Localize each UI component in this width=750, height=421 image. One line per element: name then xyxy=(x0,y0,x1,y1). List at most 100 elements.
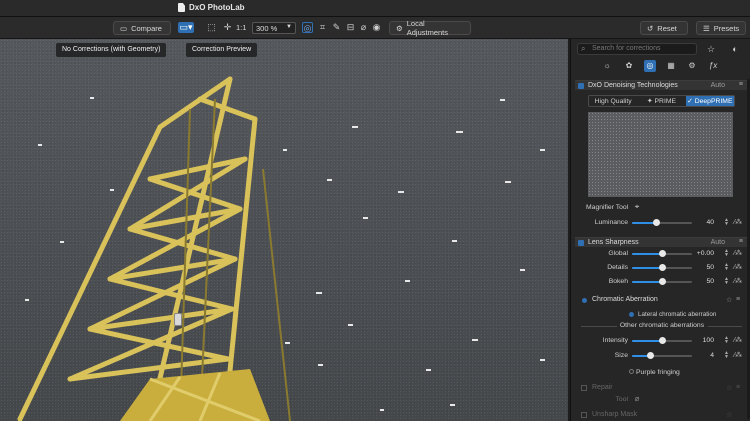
details-wand-icon[interactable]: ⁄⁂ xyxy=(734,263,742,271)
global-stepper-icon[interactable]: ▲ ▼ xyxy=(724,249,729,258)
luminance-wand-icon[interactable]: ⁄⁂ xyxy=(734,218,742,226)
intensity-stepper-icon[interactable]: ▲ ▼ xyxy=(724,336,729,345)
crane-frame xyxy=(17,76,258,421)
details-value[interactable]: 50 xyxy=(684,264,714,271)
fit-screen-icon[interactable]: ⬚ xyxy=(206,22,217,33)
magnifier-label: Magnifier Tool xyxy=(586,204,629,211)
chromatic-header[interactable]: Chromatic Aberration xyxy=(575,294,747,305)
lens-sharpness-header[interactable]: Lens Sharpness Auto ≡ xyxy=(575,237,747,247)
global-knob[interactable] xyxy=(659,250,666,257)
image-viewport[interactable]: No Corrections (with Geometry) Correctio… xyxy=(0,39,568,421)
denoising-checkbox[interactable] xyxy=(578,83,584,89)
light-tab-icon[interactable]: ☼ xyxy=(601,60,613,72)
main-toolbar: ▭ Compare ▭▾ ⬚ ✛ 1:1 300 % ▼ ◎ ⌗ ✎ ⊟ ⌀ ◉… xyxy=(0,17,750,39)
purple-fringing-label[interactable]: Purple fringing xyxy=(629,369,680,376)
bokeh-stepper-icon[interactable]: ▲ ▼ xyxy=(724,277,729,286)
mode-high-quality[interactable]: High Quality xyxy=(589,96,637,106)
unsharp-checkbox[interactable] xyxy=(581,412,587,418)
lens-sharpness-controls-icon[interactable]: ≡ xyxy=(739,238,743,245)
local-tab-icon[interactable]: ⚙ xyxy=(686,60,698,72)
repair-menu-icon[interactable]: ≡ xyxy=(736,384,740,391)
mode-prime[interactable]: ✦ PRIME xyxy=(637,96,685,106)
white-balance-icon[interactable]: ◎ xyxy=(302,22,313,33)
preview-view-tag: Correction Preview xyxy=(186,43,258,57)
luminance-knob[interactable] xyxy=(653,219,660,226)
intensity-value[interactable]: 100 xyxy=(684,337,714,344)
effects-tab-icon[interactable]: ƒx xyxy=(707,60,719,72)
lens-sharpness-checkbox[interactable] xyxy=(578,240,584,246)
luminance-stepper-icon[interactable]: ▲ ▼ xyxy=(724,218,729,227)
size-wand-icon[interactable]: ⁄⁂ xyxy=(734,351,742,359)
local-adjustments-button[interactable]: ⚙ Local Adjustments xyxy=(389,19,471,37)
unsharp-header[interactable]: Unsharp Mask xyxy=(575,409,747,420)
bandage-icon[interactable]: ⌀ xyxy=(632,394,642,404)
mode-deepprime-label: DeepPRIME xyxy=(694,98,733,105)
unsharp-star-icon[interactable]: ☆ xyxy=(726,411,732,419)
lens-sharpness-title: Lens Sharpness xyxy=(588,239,639,246)
repair-header[interactable]: Repair xyxy=(575,382,747,393)
presets-button[interactable]: ☰ Presets xyxy=(696,21,746,35)
global-wand-icon[interactable]: ⁄⁂ xyxy=(734,249,742,257)
separator-right xyxy=(708,326,742,327)
compare-icon: ▭ xyxy=(120,23,128,33)
global-value[interactable]: +0.00 xyxy=(684,250,714,257)
details-knob[interactable] xyxy=(659,264,666,271)
corrections-panel: ⌕ Search for corrections ☆ ◐ ☼ ✿ ◎ ▦ ⚙ ƒ… xyxy=(570,39,750,421)
search-input[interactable]: ⌕ Search for corrections xyxy=(577,43,697,55)
compare-button[interactable]: ▭ Compare xyxy=(113,21,171,35)
other-aberrations-label: Other chromatic aberrations xyxy=(619,322,705,329)
split-handle[interactable] xyxy=(174,313,182,326)
reset-button[interactable]: ↺ Reset xyxy=(640,21,688,35)
detail-tab-icon[interactable]: ◎ xyxy=(644,60,656,72)
geometry-tab-icon[interactable]: ▦ xyxy=(665,60,677,72)
crop-icon[interactable]: ⌗ xyxy=(317,22,328,33)
chevron-down-icon: ▼ xyxy=(286,24,292,30)
denoising-header[interactable]: DxO Denoising Technologies Auto ≡ xyxy=(575,80,747,90)
zoom-one-to-one[interactable]: 1:1 xyxy=(236,23,246,32)
purple-fringing-text: Purple fringing xyxy=(636,369,680,376)
global-label: Global xyxy=(608,250,628,257)
details-stepper-icon[interactable]: ▲ ▼ xyxy=(724,263,729,272)
repair-star-icon[interactable]: ☆ xyxy=(726,384,732,392)
bokeh-knob[interactable] xyxy=(659,278,666,285)
size-stepper-icon[interactable]: ▲ ▼ xyxy=(724,351,729,360)
global-slider[interactable] xyxy=(632,250,692,257)
horizon-icon[interactable]: ⊟ xyxy=(345,22,356,33)
luminance-slider[interactable] xyxy=(632,219,692,226)
denoising-controls-icon[interactable]: ≡ xyxy=(739,81,743,88)
details-slider[interactable] xyxy=(632,264,692,271)
chromatic-star-icon[interactable]: ☆ xyxy=(726,296,732,304)
toggle-icon[interactable]: ◐ xyxy=(729,44,741,54)
bokeh-value[interactable]: 50 xyxy=(684,278,714,285)
lateral-checkbox[interactable] xyxy=(629,312,634,317)
color-tab-icon[interactable]: ✿ xyxy=(623,60,635,72)
luminance-value[interactable]: 40 xyxy=(684,219,714,226)
search-placeholder: Search for corrections xyxy=(592,45,661,52)
size-slider[interactable] xyxy=(632,352,692,359)
intensity-wand-icon[interactable]: ⁄⁂ xyxy=(734,336,742,344)
intensity-fill xyxy=(632,340,662,342)
repair-icon[interactable]: ⌀ xyxy=(358,22,369,33)
global-fill xyxy=(632,253,662,255)
single-view-icon[interactable]: ▭▾ xyxy=(178,22,194,33)
chromatic-status-dot[interactable] xyxy=(582,298,587,303)
intensity-knob[interactable] xyxy=(659,337,666,344)
chromatic-menu-icon[interactable]: ≡ xyxy=(736,296,740,303)
move-icon[interactable]: ✛ xyxy=(222,22,233,33)
size-knob[interactable] xyxy=(647,352,654,359)
search-icon: ⌕ xyxy=(581,44,586,53)
title-bar: DxO PhotoLab xyxy=(0,0,750,17)
intensity-slider[interactable] xyxy=(632,337,692,344)
denoising-auto: Auto xyxy=(710,82,725,89)
eyedropper-icon[interactable]: ✎ xyxy=(331,22,342,33)
magnifier-icon[interactable]: ⌖ xyxy=(632,202,642,212)
size-value[interactable]: 4 xyxy=(684,352,714,359)
eye-icon[interactable]: ◉ xyxy=(371,22,382,33)
zoom-select[interactable]: 300 % ▼ xyxy=(252,22,296,34)
star-icon[interactable]: ☆ xyxy=(706,44,716,54)
bokeh-wand-icon[interactable]: ⁄⁂ xyxy=(734,277,742,285)
mode-deepprime[interactable]: ✓ DeepPRIME xyxy=(685,96,734,106)
purple-fringing-checkbox[interactable] xyxy=(629,369,634,374)
repair-checkbox[interactable] xyxy=(581,385,587,391)
bokeh-slider[interactable] xyxy=(632,278,692,285)
